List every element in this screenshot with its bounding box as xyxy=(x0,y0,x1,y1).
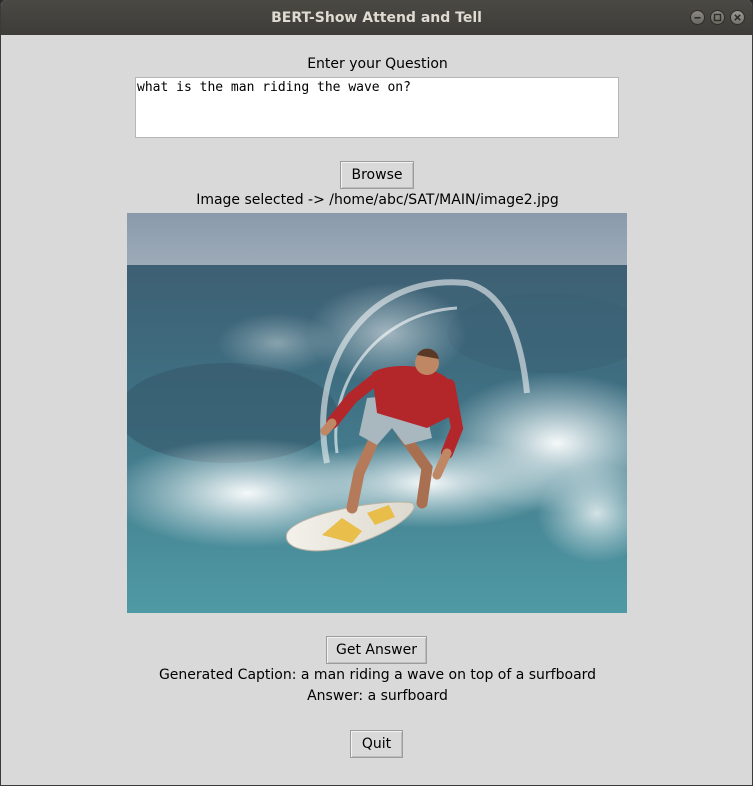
title-bar[interactable]: BERT-Show Attend and Tell xyxy=(1,0,752,35)
maximize-button[interactable] xyxy=(710,10,725,25)
maximize-icon xyxy=(713,13,722,22)
quit-button[interactable]: Quit xyxy=(350,730,403,758)
get-answer-button[interactable]: Get Answer xyxy=(326,636,427,664)
minimize-icon xyxy=(694,17,701,19)
minimize-button[interactable] xyxy=(690,10,705,25)
selected-image xyxy=(127,213,627,613)
app-window: BERT-Show Attend and Tell Enter your Que… xyxy=(0,0,753,786)
image-selected-path: Image selected -> /home/abc/SAT/MAIN/ima… xyxy=(196,192,559,208)
answer-text: Answer: a surfboard xyxy=(307,688,448,704)
close-button[interactable] xyxy=(730,10,745,25)
surfer-image xyxy=(127,213,627,613)
generated-caption: Generated Caption: a man riding a wave o… xyxy=(158,667,597,683)
browse-button[interactable]: Browse xyxy=(340,161,414,189)
question-label: Enter your Question xyxy=(307,56,448,72)
close-icon xyxy=(734,14,741,21)
question-input[interactable]: what is the man riding the wave on? xyxy=(135,77,619,138)
window-title: BERT-Show Attend and Tell xyxy=(271,10,482,26)
